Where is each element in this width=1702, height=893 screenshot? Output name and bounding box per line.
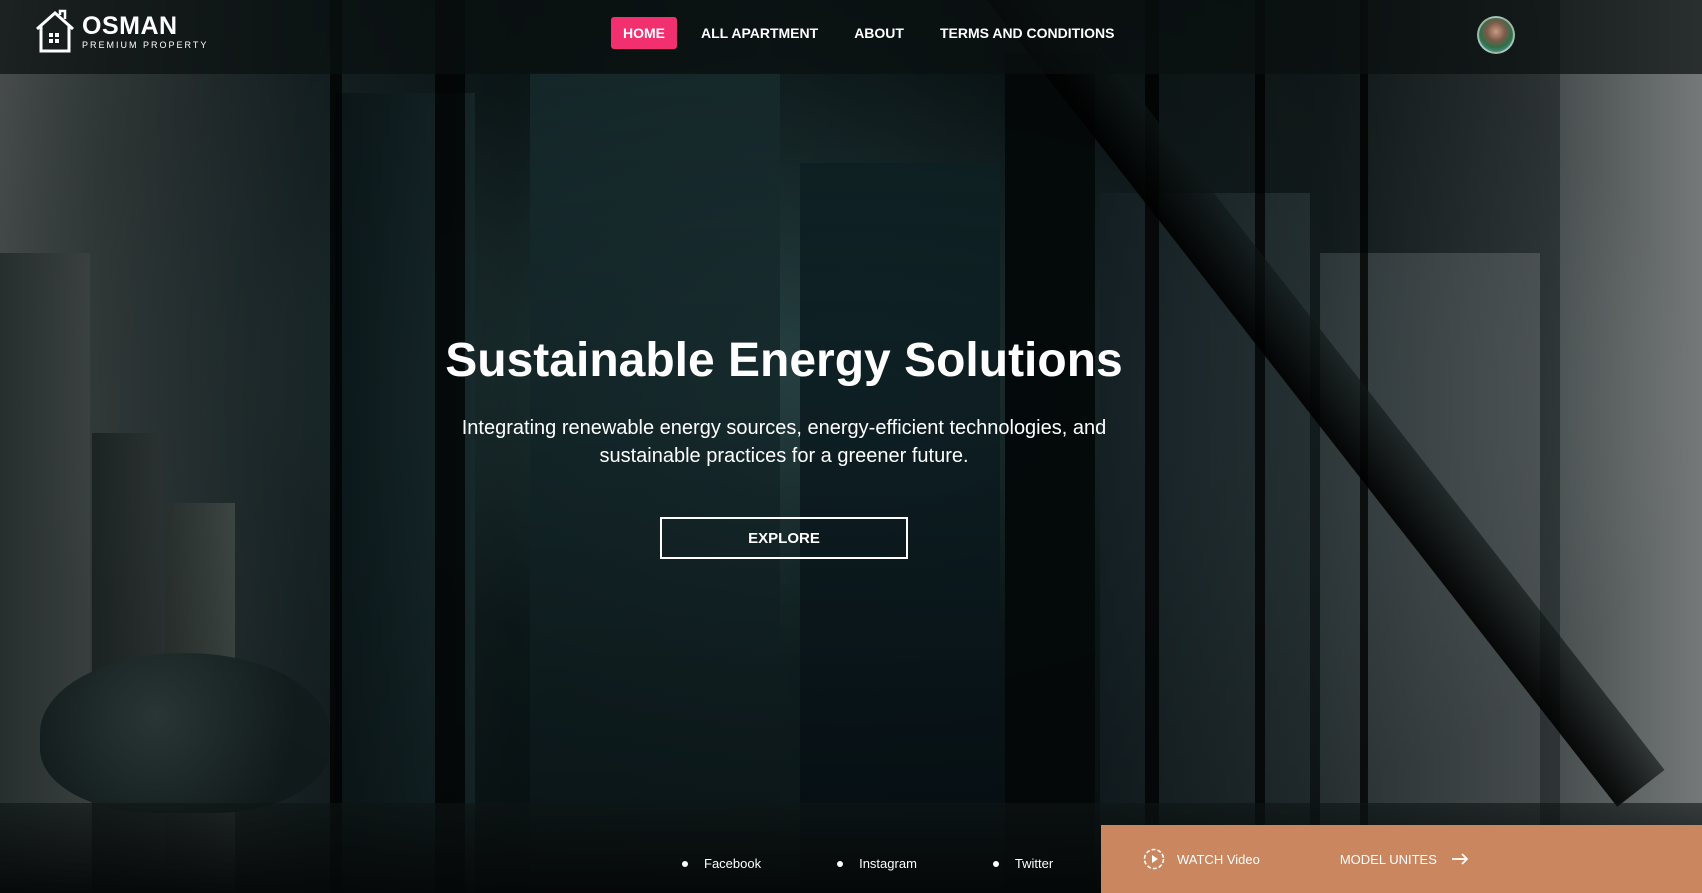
hero-section: Sustainable Energy Solutions Integrating… — [0, 330, 1702, 470]
social-link-twitter[interactable]: Twitter — [992, 856, 1054, 871]
top-navbar: OSMAN PREMIUM PROPERTY HOME ALL APARTMEN… — [0, 0, 1702, 74]
social-links: Facebook Instagram Twitter — [682, 856, 1053, 871]
social-label: Twitter — [1014, 856, 1054, 871]
social-link-instagram[interactable]: Instagram — [837, 856, 917, 871]
logo-tagline: PREMIUM PROPERTY — [82, 40, 209, 50]
model-unites-button[interactable]: MODEL UNITES — [1340, 852, 1469, 867]
user-avatar[interactable] — [1477, 16, 1515, 54]
bullet-icon — [682, 860, 688, 867]
nav-home[interactable]: HOME — [611, 17, 677, 49]
explore-button[interactable]: EXPLORE — [660, 517, 908, 559]
cta-bar: WATCH Video MODEL UNITES — [1101, 825, 1702, 893]
logo-name: OSMAN — [82, 12, 178, 40]
model-unites-label: MODEL UNITES — [1339, 851, 1437, 867]
hero-title: Sustainable Energy Solutions — [445, 334, 1123, 387]
landing-page: OSMAN PREMIUM PROPERTY HOME ALL APARTMEN… — [0, 0, 1702, 893]
bullet-icon — [992, 860, 999, 867]
social-link-facebook[interactable]: Facebook — [682, 856, 761, 871]
bullet-icon — [837, 860, 844, 867]
play-circle-icon — [1143, 848, 1165, 870]
watch-video-button[interactable]: WATCH Video — [1143, 848, 1260, 870]
hero-subtitle: Integrating renewable energy sources, en… — [461, 417, 1107, 467]
main-nav: HOME ALL APARTMENT ABOUT TERMS AND CONDI… — [611, 17, 1126, 49]
house-icon — [36, 9, 74, 53]
social-label: Instagram — [859, 856, 917, 871]
watch-video-label: WATCH Video — [1177, 851, 1260, 867]
nav-about[interactable]: ABOUT — [842, 17, 916, 49]
logo[interactable]: OSMAN PREMIUM PROPERTY — [34, 9, 208, 55]
social-label: Facebook — [704, 856, 762, 871]
nav-all-apartment[interactable]: ALL APARTMENT — [689, 17, 830, 49]
nav-terms-and-conditions[interactable]: TERMS AND CONDITIONS — [928, 17, 1126, 49]
arrow-right-icon — [1451, 853, 1469, 865]
